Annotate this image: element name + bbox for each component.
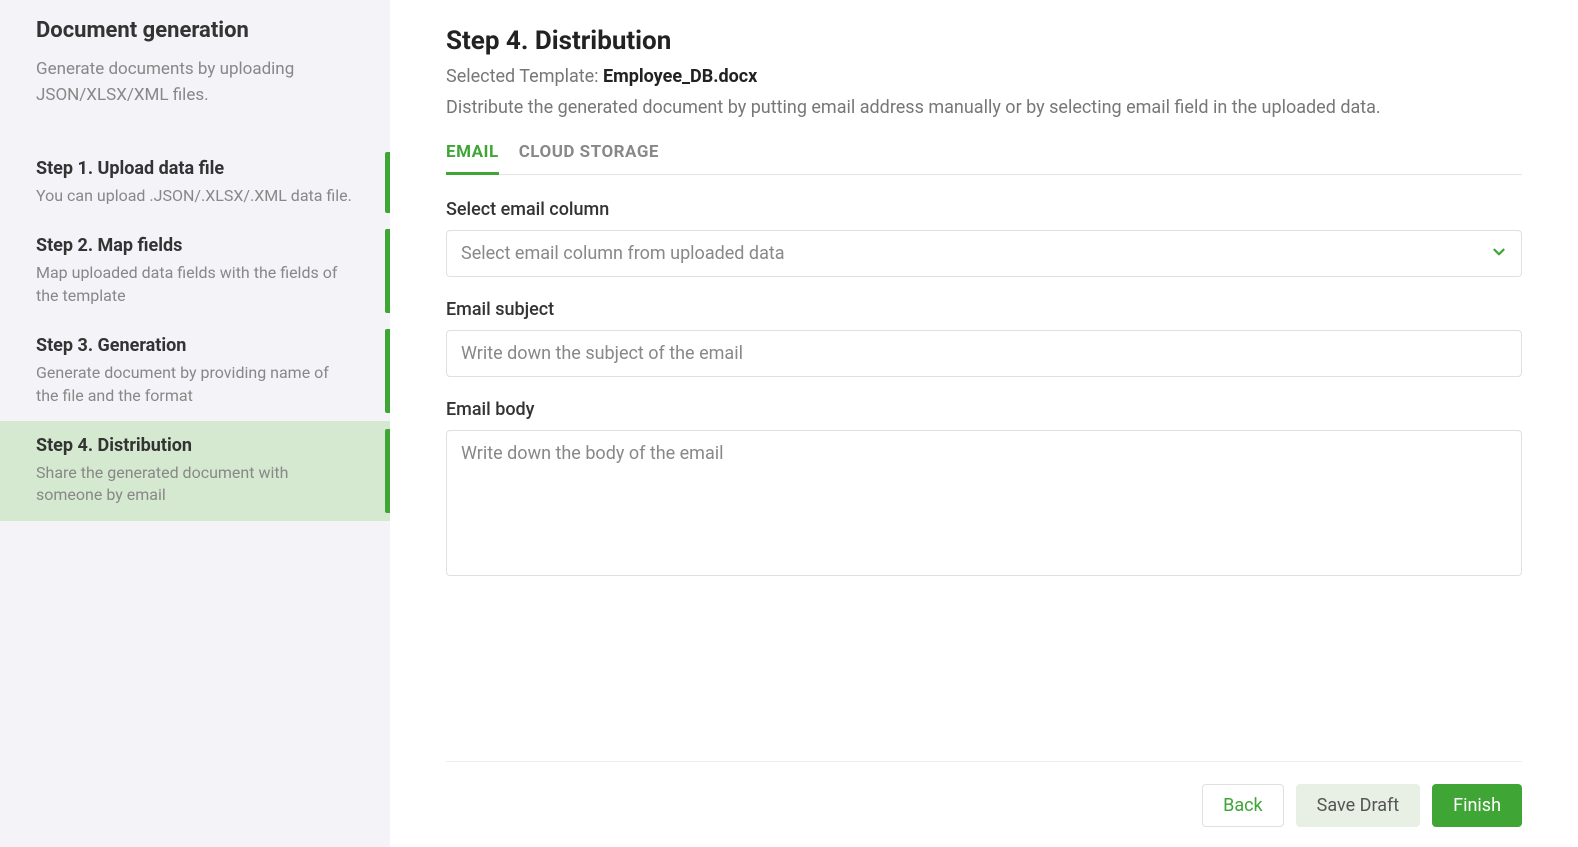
step-title: Step 2. Map fields xyxy=(36,235,354,256)
select-placeholder: Select email column from uploaded data xyxy=(461,243,785,264)
email-subject-label: Email subject xyxy=(446,299,1522,320)
footer-actions: Back Save Draft Finish xyxy=(446,761,1522,827)
page-title: Step 4. Distribution xyxy=(446,26,1522,56)
step-desc: Share the generated document with someon… xyxy=(36,462,354,507)
save-draft-button[interactable]: Save Draft xyxy=(1296,784,1420,827)
email-body-textarea[interactable] xyxy=(446,430,1522,576)
selected-template-row: Selected Template: Employee_DB.docx xyxy=(446,66,1522,87)
selected-template-label: Selected Template: xyxy=(446,66,603,87)
steps-list: Step 1. Upload data file You can upload … xyxy=(0,136,390,521)
step-title: Step 1. Upload data file xyxy=(36,158,354,179)
tab-cloud-storage[interactable]: CLOUD STORAGE xyxy=(519,142,659,175)
finish-button[interactable]: Finish xyxy=(1432,784,1522,827)
step-1-upload[interactable]: Step 1. Upload data file You can upload … xyxy=(0,144,390,221)
sidebar-title: Document generation xyxy=(36,18,354,43)
selected-template-name: Employee_DB.docx xyxy=(603,66,757,87)
select-email-column-wrap: Select email column from uploaded data xyxy=(446,230,1522,277)
distribution-tabs: EMAIL CLOUD STORAGE xyxy=(446,142,1522,175)
select-email-column-label: Select email column xyxy=(446,199,1522,220)
main-panel: Step 4. Distribution Selected Template: … xyxy=(390,0,1578,847)
step-3-generation[interactable]: Step 3. Generation Generate document by … xyxy=(0,321,390,421)
step-desc: You can upload .JSON/.XLSX/.XML data fil… xyxy=(36,185,354,207)
email-subject-input[interactable] xyxy=(446,330,1522,377)
email-subject-group: Email subject xyxy=(446,299,1522,377)
tab-email[interactable]: EMAIL xyxy=(446,142,499,175)
step-title: Step 4. Distribution xyxy=(36,435,354,456)
back-button[interactable]: Back xyxy=(1202,784,1284,827)
step-desc: Map uploaded data fields with the fields… xyxy=(36,262,354,307)
step-title: Step 3. Generation xyxy=(36,335,354,356)
sidebar-subtitle: Generate documents by uploading JSON/XLS… xyxy=(36,57,354,108)
page-description: Distribute the generated document by put… xyxy=(446,97,1522,118)
sidebar: Document generation Generate documents b… xyxy=(0,0,390,847)
select-email-column-dropdown[interactable]: Select email column from uploaded data xyxy=(446,230,1522,277)
email-body-label: Email body xyxy=(446,399,1522,420)
email-body-group: Email body xyxy=(446,399,1522,580)
step-2-map-fields[interactable]: Step 2. Map fields Map uploaded data fie… xyxy=(0,221,390,321)
sidebar-header: Document generation Generate documents b… xyxy=(0,0,390,136)
step-4-distribution[interactable]: Step 4. Distribution Share the generated… xyxy=(0,421,390,521)
step-desc: Generate document by providing name of t… xyxy=(36,362,354,407)
select-email-column-group: Select email column Select email column … xyxy=(446,199,1522,277)
